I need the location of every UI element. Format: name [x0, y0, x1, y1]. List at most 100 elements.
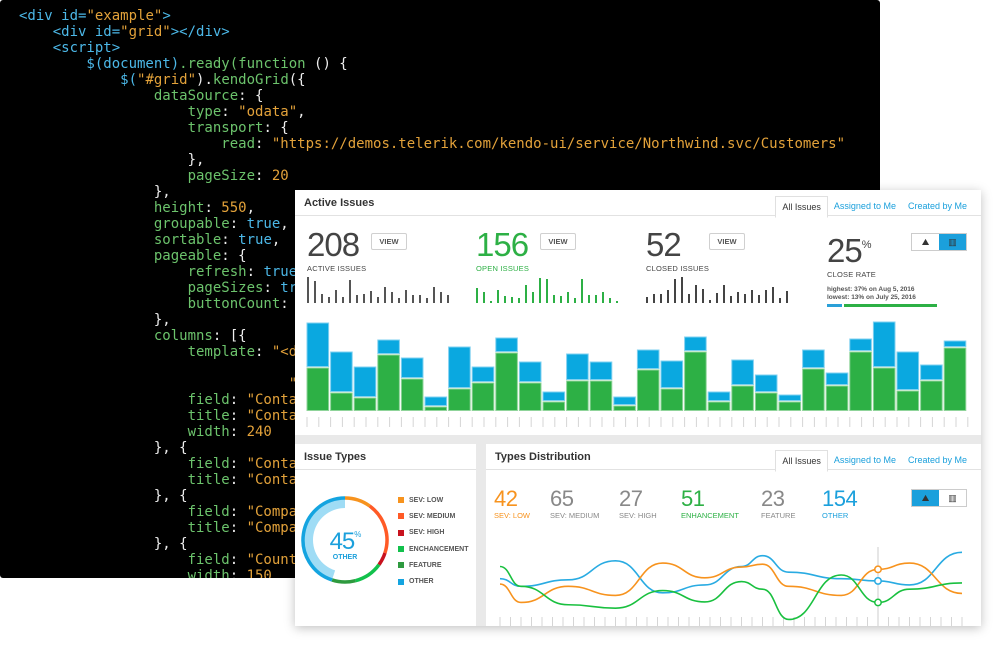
- code-token: :: [280, 296, 289, 312]
- legend-swatch: [398, 546, 404, 553]
- tab-assigned-to-me[interactable]: Assigned to Me: [828, 196, 902, 218]
- bar-segment-green: [943, 347, 967, 411]
- sparkline-bar: [646, 297, 648, 303]
- panel-title: Types Distribution: [495, 451, 591, 463]
- code-token: >: [162, 8, 171, 24]
- donut-slice[interactable]: [344, 496, 371, 508]
- sparkline-bar: [567, 292, 569, 303]
- sparkline-bar: [391, 292, 393, 303]
- type-stat: 23 FEATURE: [761, 488, 796, 521]
- area-chart-button[interactable]: ⛰: [912, 490, 939, 506]
- sparkline-bar: [384, 287, 386, 303]
- bar-segment-green: [613, 405, 636, 411]
- stat-label: CLOSED ISSUES: [646, 264, 710, 273]
- tab-created-by-me[interactable]: Created by Me: [902, 196, 973, 218]
- bar-segment-green: [566, 380, 589, 411]
- code-token: sortable: [19, 232, 222, 248]
- code-token: ).: [196, 72, 213, 88]
- code-token: "Conta: [246, 408, 298, 424]
- sparkline-bar: [574, 298, 576, 303]
- legend-label: SEV: HIGH: [409, 529, 445, 537]
- code-token: "Conta: [246, 456, 298, 472]
- code-token: .ready(function: [179, 56, 315, 72]
- code-token: dataSource: [19, 88, 239, 104]
- sparkline-bar: [744, 294, 746, 303]
- code-token: ,: [297, 104, 306, 120]
- tab-all-issues[interactable]: All Issues: [775, 196, 828, 218]
- donut-slice[interactable]: [354, 563, 381, 583]
- sparkline-bar: [483, 292, 485, 303]
- donut-value: 45: [329, 528, 356, 555]
- code-token: :: [229, 216, 247, 232]
- sparkline-bar: [779, 298, 781, 303]
- bar-segment-green: [448, 388, 471, 411]
- code-token: transport: [19, 120, 264, 136]
- code-token: true: [246, 216, 281, 232]
- sparkline-bar: [370, 291, 372, 303]
- bar-segment-green: [495, 352, 518, 411]
- tab-all-issues[interactable]: All Issues: [775, 450, 828, 472]
- bar-segment-blue: [613, 396, 636, 405]
- bar-segment-green: [754, 392, 778, 411]
- legend-label: FEATURE: [409, 561, 442, 569]
- highest-rate: highest: 37% on Aug 5, 2016: [827, 286, 915, 293]
- type-stat-value: 154: [822, 486, 858, 511]
- sparkline-bar: [398, 298, 400, 303]
- code-token: title: [19, 472, 230, 488]
- series-marker[interactable]: [874, 565, 882, 574]
- view-button[interactable]: VIEW: [540, 233, 576, 250]
- bar-segment-blue: [802, 349, 825, 368]
- code-token: :: [229, 424, 247, 440]
- code-line: type: "odata",: [19, 104, 880, 120]
- sparkline-bar: [405, 290, 407, 303]
- code-line: dataSource: {: [19, 88, 880, 104]
- code-token: pageSize: [19, 168, 256, 184]
- code-token: :: [229, 472, 247, 488]
- sparkline-bar: [688, 294, 690, 303]
- code-token: type: [19, 104, 222, 120]
- type-stat-value: 27: [619, 486, 643, 511]
- sparkline-bar: [765, 290, 767, 303]
- series-marker[interactable]: [874, 598, 882, 607]
- bar-segment-green: [778, 401, 802, 411]
- legend-swatch: [398, 497, 404, 504]
- donut-slice[interactable]: [331, 578, 356, 584]
- code-token: : {: [263, 120, 289, 136]
- bar-segment-blue: [306, 322, 330, 367]
- area-chart-button[interactable]: ⛰: [912, 234, 939, 250]
- sparkline-bar: [525, 285, 527, 303]
- bar-segment-blue: [754, 374, 778, 392]
- series-line: [499, 565, 963, 621]
- area-chart-icon: ⛰: [921, 492, 930, 503]
- code-token: 20: [271, 168, 289, 184]
- type-stat-value: 65: [550, 486, 574, 511]
- sparkline-bar: [511, 297, 513, 303]
- bar-chart-icon: ▥: [948, 236, 957, 247]
- sparkline-bar: [609, 298, 611, 303]
- sparkline-bar: [674, 279, 676, 303]
- series-marker[interactable]: [874, 577, 882, 585]
- bar-chart-button[interactable]: ▥: [939, 234, 966, 250]
- chart-type-toggle: ⛰ ▥: [911, 489, 967, 507]
- view-button[interactable]: VIEW: [709, 233, 745, 250]
- bar-segment-blue: [400, 357, 424, 378]
- bar-segment-blue: [636, 349, 660, 369]
- sparkline-bar: [476, 288, 478, 303]
- view-button[interactable]: VIEW: [371, 233, 407, 250]
- bar-chart-button[interactable]: ▥: [939, 490, 966, 506]
- bar-segment-blue: [448, 346, 471, 388]
- tab-created-by-me[interactable]: Created by Me: [902, 450, 973, 472]
- sparkline-bar: [307, 277, 309, 303]
- code-token: "Compa: [246, 504, 298, 520]
- code-token: ({: [288, 72, 306, 88]
- stat-closed-issues: 52 CLOSED ISSUES VIEW: [646, 228, 796, 304]
- code-token: template: [19, 344, 256, 360]
- close-rate-progress: [827, 304, 937, 307]
- bar-segment-blue: [731, 359, 754, 385]
- sparkline-bar: [667, 290, 669, 303]
- code-token: "#grid": [137, 72, 197, 88]
- sparkline-bar: [702, 289, 704, 303]
- type-stat-label: FEATURE: [761, 511, 796, 520]
- tab-assigned-to-me[interactable]: Assigned to Me: [828, 450, 902, 472]
- legend-item: SEV: MEDIUM: [398, 508, 469, 524]
